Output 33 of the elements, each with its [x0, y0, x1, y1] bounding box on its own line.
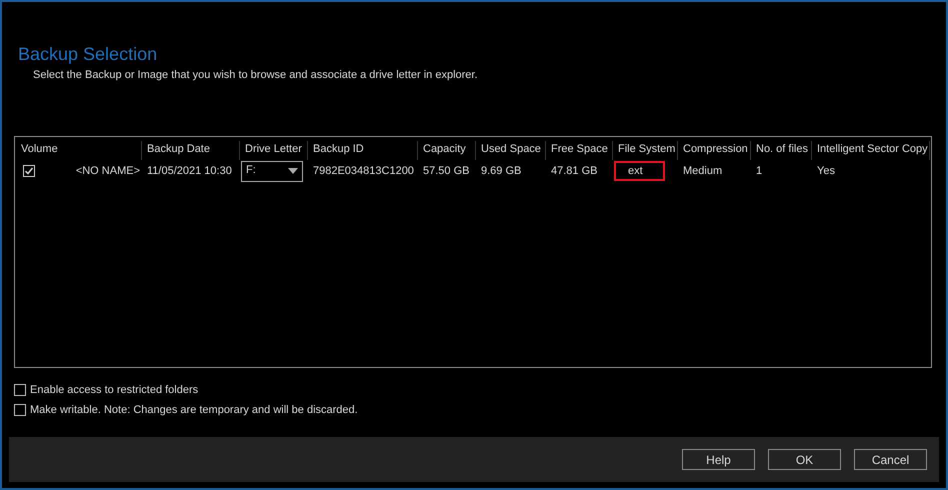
drive-letter-dropdown[interactable]: F: — [241, 160, 303, 182]
column-header[interactable]: Intelligent Sector Copy — [812, 141, 930, 160]
instruction-text: Select the Backup or Image that you wish to browse and associate a drive letter in explorer. — [33, 69, 479, 81]
table-cell: <NO NAME> — [76, 165, 140, 177]
checkbox[interactable] — [14, 384, 26, 396]
table-cell: 9.69 GB — [481, 165, 522, 177]
table-cell: 57.50 GB — [423, 165, 470, 177]
column-header[interactable]: Backup Date — [142, 141, 240, 160]
column-header[interactable]: Volume — [18, 141, 142, 160]
caret-icon — [288, 168, 298, 174]
dialog-title: Backup Selection — [18, 44, 158, 65]
checkbox[interactable] — [14, 404, 26, 416]
table-cell: 11/05/2021 10:30 — [147, 165, 232, 177]
column-header[interactable]: Capacity — [418, 141, 476, 160]
column-header[interactable]: Free Space — [546, 141, 613, 160]
column-header[interactable]: File System — [613, 141, 678, 160]
checkbox[interactable] — [23, 165, 35, 177]
table-cell: Medium — [683, 165, 722, 177]
dialog-button[interactable]: Help — [682, 449, 755, 470]
dialog-button[interactable]: Cancel — [854, 449, 927, 470]
column-header[interactable]: No. of files — [751, 141, 812, 160]
highlighted-cell: ext — [614, 161, 665, 181]
column-header[interactable]: Drive Letter — [240, 141, 308, 160]
column-header[interactable]: Used Space — [476, 141, 546, 160]
table-cell: Yes — [817, 165, 835, 177]
dialog-button[interactable]: OK — [768, 449, 841, 470]
table-cell: 1 — [756, 165, 762, 177]
checkbox-label[interactable]: Make writable. Note: Changes are temporary and will be discarded. — [30, 404, 358, 416]
table-cell: 47.81 GB — [551, 165, 598, 177]
table-cell: 7982E034813C1200 — [313, 165, 414, 177]
checkbox-label[interactable]: Enable access to restricted folders — [30, 384, 198, 396]
column-header[interactable]: Compression — [678, 141, 751, 160]
column-header[interactable]: Backup ID — [308, 141, 418, 160]
